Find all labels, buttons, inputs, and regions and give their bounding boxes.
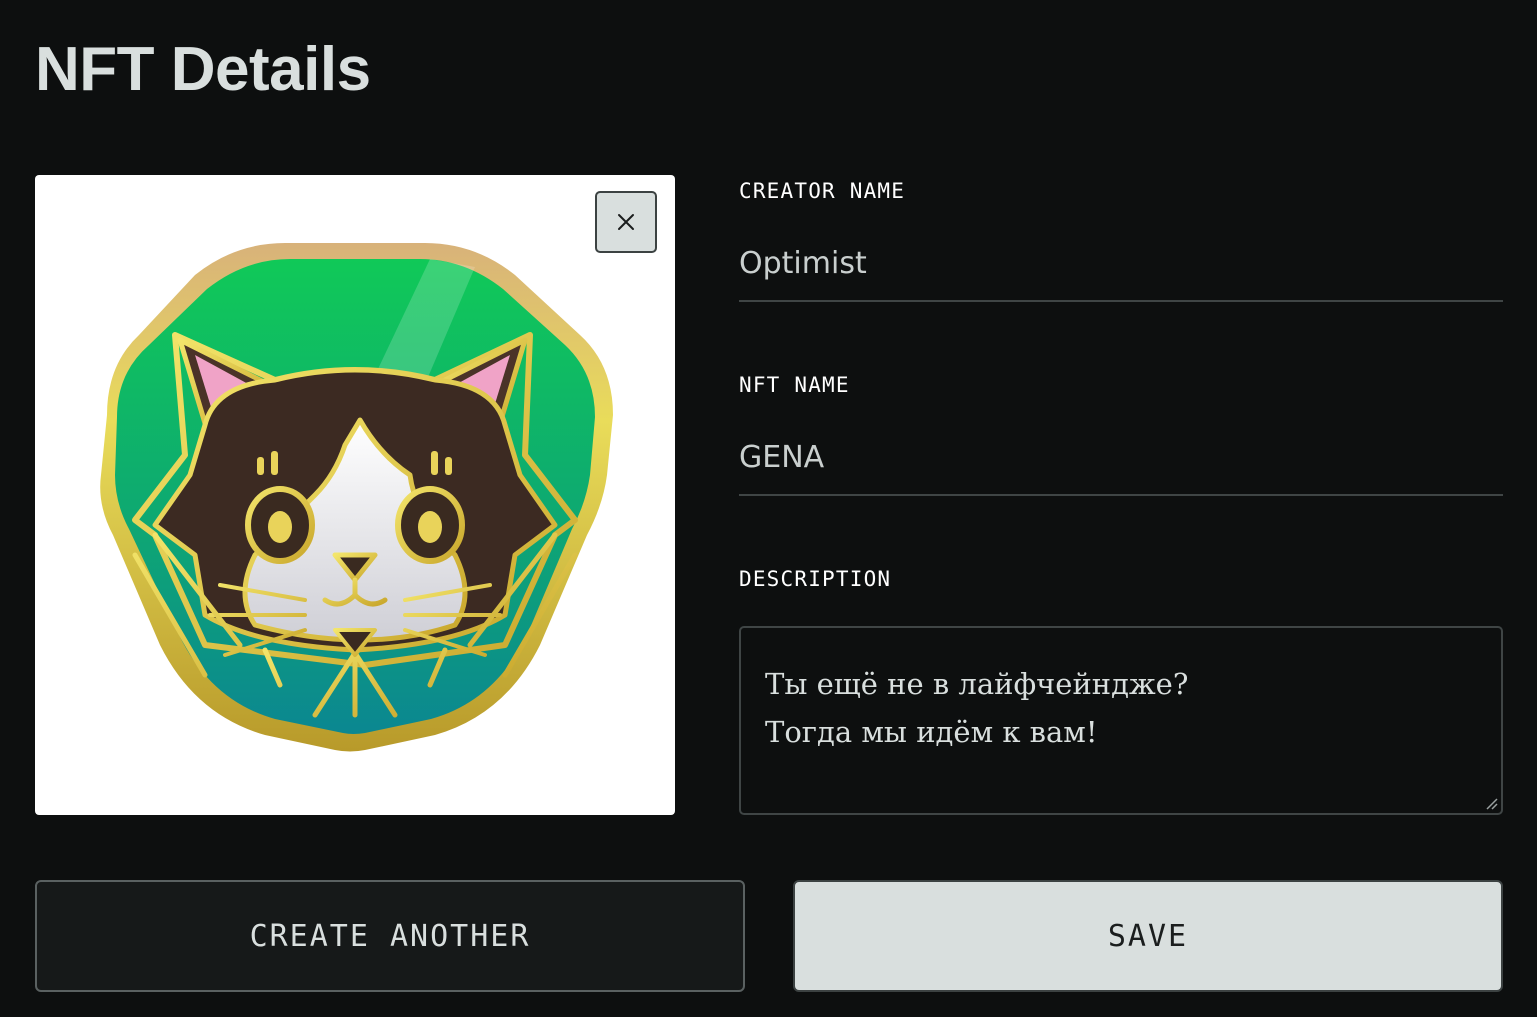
nft-image-card [35,175,675,815]
create-another-button[interactable]: CREATE ANOTHER [35,880,745,992]
resize-grip-icon[interactable] [1484,796,1498,810]
description-textarea[interactable]: Ты ещё не в лайфчейндже? Тогда мы идём к… [739,626,1503,815]
page-title: NFT Details [35,35,371,104]
creator-name-field[interactable]: Optimist [739,244,1503,302]
description-label: DESCRIPTION [739,567,892,591]
nft-cat-badge-image [100,243,613,752]
description-line: Ты ещё не в лайфчейндже? [765,667,1189,701]
creator-name-label: CREATOR NAME [739,179,906,203]
close-icon [618,214,634,230]
nft-name-label: NFT NAME [739,373,850,397]
nft-name-field[interactable]: GENA [739,438,1503,496]
save-button[interactable]: SAVE [793,880,1503,992]
description-line: Тогда мы идём к вам! [765,715,1098,749]
close-button[interactable] [595,191,657,253]
